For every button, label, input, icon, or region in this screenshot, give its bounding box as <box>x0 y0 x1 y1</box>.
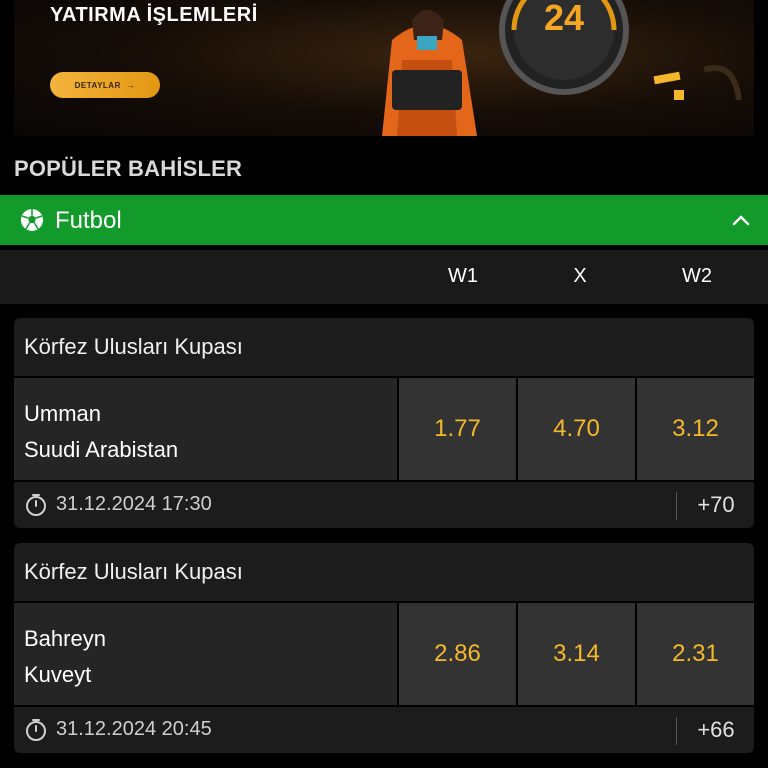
event-card: Körfez Ulusları Kupası Umman Suudi Arabi… <box>14 318 754 528</box>
event-footer: 31.12.2024 17:30 +70 <box>14 482 754 528</box>
odd-w2-button[interactable]: 2.31 <box>637 603 754 705</box>
divider <box>676 717 677 745</box>
event-teams[interactable]: Bahreyn Kuveyt <box>14 603 397 705</box>
team-away: Kuveyt <box>24 662 92 687</box>
league-name: Körfez Ulusları Kupası <box>14 543 754 601</box>
section-title: POPÜLER BAHİSLER <box>14 156 243 181</box>
chevron-up-icon[interactable] <box>730 209 752 231</box>
odds-column-headers: W1 X W2 <box>0 250 768 304</box>
column-w2: W2 <box>682 265 712 287</box>
stopwatch-icon <box>26 719 46 741</box>
team-home: Umman <box>24 401 102 426</box>
odd-w1-button[interactable]: 1.77 <box>399 378 516 480</box>
clock-24-illustration: 24 <box>499 0 629 95</box>
soccer-ball-icon <box>21 209 43 231</box>
promo-banner[interactable]: YATIRMA İŞLEMLERİ DETAYLAR → 24 <box>14 0 754 136</box>
details-button[interactable]: DETAYLAR → <box>50 72 160 98</box>
stopwatch-icon <box>26 494 46 516</box>
column-w1: W1 <box>448 265 478 287</box>
league-name: Körfez Ulusları Kupası <box>14 318 754 376</box>
odd-x-button[interactable]: 3.14 <box>518 603 635 705</box>
event-teams[interactable]: Umman Suudi Arabistan <box>14 378 397 480</box>
event-card: Körfez Ulusları Kupası Bahreyn Kuveyt 2.… <box>14 543 754 753</box>
column-x: X <box>573 265 587 287</box>
odd-x-button[interactable]: 4.70 <box>518 378 635 480</box>
odd-w2-button[interactable]: 3.12 <box>637 378 754 480</box>
decorative-objects <box>653 65 742 101</box>
banner-title: YATIRMA İŞLEMLERİ <box>50 4 258 26</box>
event-footer: 31.12.2024 20:45 +66 <box>14 707 754 753</box>
divider <box>676 492 677 520</box>
team-away: Suudi Arabistan <box>24 437 179 462</box>
odd-w1-button[interactable]: 2.86 <box>399 603 516 705</box>
team-home: Bahreyn <box>24 626 106 651</box>
arrow-right-icon: → <box>126 80 136 90</box>
event-datetime: 31.12.2024 17:30 <box>56 493 212 515</box>
more-markets-button[interactable]: +66 <box>678 717 754 743</box>
sport-header-futbol[interactable]: Futbol <box>0 195 768 245</box>
clock-text: 24 <box>544 0 584 38</box>
details-button-label: DETAYLAR <box>74 80 121 90</box>
event-datetime: 31.12.2024 20:45 <box>56 718 212 740</box>
more-markets-button[interactable]: +70 <box>678 492 754 518</box>
sport-label: Futbol <box>55 207 122 234</box>
